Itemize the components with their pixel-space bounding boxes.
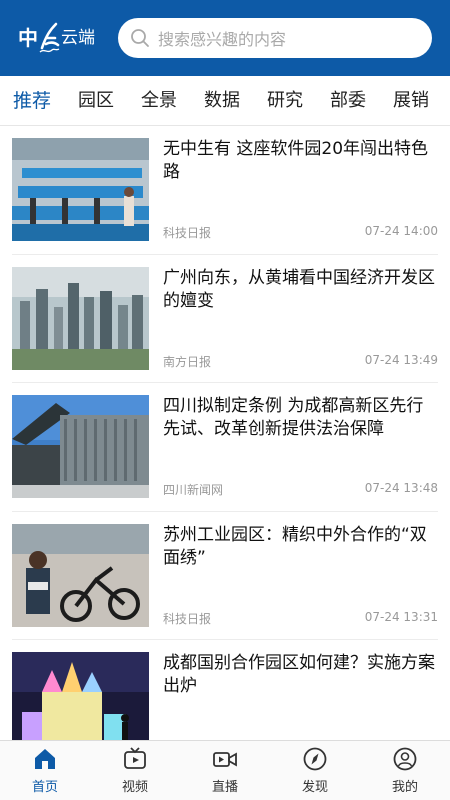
nav-home-label: 首页	[31, 779, 58, 795]
nav-video-label: 视频	[121, 779, 148, 795]
bottom-nav: 首页 视频 直播 发现 我的	[0, 740, 450, 800]
building-icon	[12, 395, 149, 498]
news-time: 07-24 13:48	[364, 481, 438, 495]
news-time: 07-24 13:31	[364, 609, 438, 624]
news-source: 南方日报	[163, 354, 212, 369]
news-thumbnail[interactable]	[12, 652, 149, 740]
news-thumbnail[interactable]	[12, 138, 149, 241]
city-icon	[12, 266, 149, 370]
news-title: 无中生有 这座软件园20年闯出特色路	[163, 139, 429, 182]
news-item[interactable]: 成都国别合作园区如何建？实施方案出炉	[12, 640, 438, 740]
tab-data[interactable]: 数据	[204, 76, 240, 125]
news-item[interactable]: 苏州工业园区：精织中外合作的“双面绣” 科技日报 07-24 13:31	[12, 512, 438, 640]
factory-icon	[12, 138, 149, 241]
logo-mark-icon	[39, 22, 60, 53]
logo-suffix: 云端	[61, 28, 95, 48]
news-title: 广州向东，从黄埔看中国经济开发区的嬗变	[163, 267, 435, 311]
tab-exhibition[interactable]: 展销	[393, 76, 429, 125]
news-source: 科技日报	[163, 226, 212, 240]
tab-research[interactable]: 研究	[267, 76, 303, 125]
app-root: 中 云端 搜索感兴趣的内容 推荐 园区 全景 数据 研究 部委 展销 无中生有 …	[0, 0, 450, 800]
news-time: 07-24 13:49	[364, 352, 438, 367]
castle-icon	[12, 652, 149, 740]
app-logo[interactable]: 中 云端	[18, 18, 104, 58]
search-placeholder: 搜索感兴趣的内容	[158, 30, 287, 49]
workshop-icon	[12, 523, 149, 627]
news-thumbnail[interactable]	[12, 523, 149, 627]
tab-park[interactable]: 园区	[78, 76, 114, 125]
nav-live-label: 直播	[211, 779, 238, 795]
video-camera-icon	[213, 751, 237, 767]
home-icon	[35, 748, 55, 769]
compass-icon	[303, 747, 327, 770]
news-title: 成都国别合作园区如何建？实施方案出炉	[163, 653, 435, 696]
tab-ministry[interactable]: 部委	[330, 76, 366, 125]
news-item[interactable]: 四川拟制定条例 为成都高新区先行先试、改革创新提供法治保障 四川新闻网 07-2…	[12, 383, 438, 512]
tab-panorama[interactable]: 全景	[141, 76, 177, 125]
logo-prefix: 中	[18, 26, 39, 50]
nav-discover[interactable]: 发现	[270, 741, 360, 800]
search-icon	[131, 29, 149, 47]
news-title: 四川拟制定条例 为成都高新区先行先试、改革创新提供法治保障	[163, 396, 424, 439]
nav-live[interactable]: 直播	[180, 741, 270, 800]
news-list: 无中生有 这座软件园20年闯出特色路 科技日报 07-24 14:00 广州向东…	[0, 126, 450, 740]
user-icon	[393, 747, 417, 770]
news-time: 07-24 14:00	[364, 224, 438, 238]
news-source: 科技日报	[163, 611, 212, 626]
news-item[interactable]: 广州向东，从黄埔看中国经济开发区的嬗变 南方日报 07-24 13:49	[12, 255, 438, 383]
tab-recommend[interactable]: 推荐	[13, 76, 51, 125]
news-thumbnail[interactable]	[12, 266, 149, 370]
search-bar[interactable]: 搜索感兴趣的内容	[118, 18, 432, 58]
nav-video[interactable]: 视频	[90, 741, 180, 800]
news-source: 四川新闻网	[163, 483, 224, 497]
top-header: 中 云端 搜索感兴趣的内容	[0, 0, 450, 76]
news-thumbnail[interactable]	[12, 395, 149, 498]
nav-mine[interactable]: 我的	[360, 741, 450, 800]
news-title: 苏州工业园区：精织中外合作的“双面绣”	[163, 524, 427, 568]
nav-mine-label: 我的	[391, 779, 418, 795]
category-tabs: 推荐 园区 全景 数据 研究 部委 展销	[0, 76, 450, 126]
tv-icon	[124, 746, 146, 769]
nav-home[interactable]: 首页	[0, 741, 90, 800]
news-item[interactable]: 无中生有 这座软件园20年闯出特色路 科技日报 07-24 14:00	[12, 126, 438, 255]
nav-discover-label: 发现	[301, 779, 328, 795]
